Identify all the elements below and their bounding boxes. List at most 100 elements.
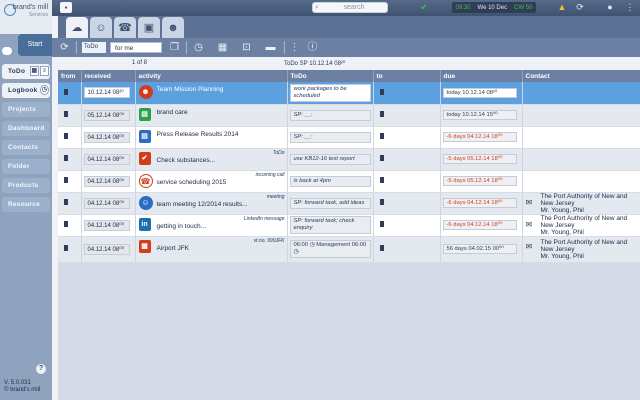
column-to[interactable]: to bbox=[373, 70, 441, 82]
copy-icon[interactable]: ❐ bbox=[168, 41, 181, 54]
sidebar-item-resource[interactable]: Resource bbox=[2, 197, 50, 212]
drive-icon[interactable]: ▲ bbox=[556, 2, 568, 13]
table-row[interactable]: 05.12.14 08⁰⁰ ▤ brand care SP: __: today 10.… bbox=[58, 104, 640, 127]
column-contact[interactable]: Contact bbox=[522, 70, 640, 82]
contact-cell[interactable] bbox=[522, 82, 640, 105]
tab-person-icon[interactable]: ☺ bbox=[90, 17, 112, 38]
activity-title[interactable]: service scheduling 2015 bbox=[157, 179, 227, 186]
column-todo[interactable]: ToDo bbox=[287, 70, 374, 82]
to-cell[interactable] bbox=[373, 170, 441, 193]
message-icon[interactable]: ✉ bbox=[526, 220, 536, 229]
todo-cell[interactable]: is back at 4pm bbox=[287, 170, 374, 193]
activity-cell[interactable]: ☎ incoming call service scheduling 2015 bbox=[135, 170, 288, 193]
document-icon[interactable] bbox=[379, 155, 384, 161]
document-icon[interactable] bbox=[64, 221, 68, 227]
activity-title[interactable]: Airport JFK bbox=[157, 245, 190, 252]
document-icon[interactable] bbox=[64, 245, 68, 251]
to-cell[interactable] bbox=[373, 192, 441, 215]
help-icon[interactable]: ? bbox=[36, 364, 46, 374]
start-button[interactable]: Start bbox=[18, 34, 52, 56]
more-icon[interactable]: ⋮ bbox=[288, 41, 301, 54]
user-profile-icon[interactable]: ▪ bbox=[60, 2, 72, 13]
todo-text[interactable]: SP: __: bbox=[289, 109, 371, 121]
to-cell[interactable] bbox=[373, 82, 441, 105]
search-input[interactable]: ⌕ search bbox=[312, 2, 388, 13]
activity-title[interactable]: brand care bbox=[157, 109, 188, 116]
tab-cloud-icon[interactable]: ☁ bbox=[66, 17, 88, 38]
table-row[interactable]: 04.12.14 08⁰⁰ ▤ Press Release Results 2014… bbox=[58, 126, 640, 149]
calendar-icon[interactable]: ▦ bbox=[30, 66, 39, 76]
sidebar-item-dashboard[interactable]: Dashboard bbox=[2, 121, 50, 136]
menu-icon[interactable]: ⋮ bbox=[624, 2, 636, 13]
document-icon[interactable] bbox=[379, 245, 384, 251]
todo-text[interactable]: 06:00 ◷ Management 06:00 ◷ bbox=[289, 240, 371, 258]
column-due[interactable]: due bbox=[440, 70, 523, 82]
todo-text[interactable]: use KB12-16 test report bbox=[289, 153, 371, 165]
refresh-icon[interactable]: ⟳ bbox=[58, 41, 71, 54]
document-icon[interactable] bbox=[379, 221, 384, 227]
activity-title[interactable]: getting in touch... bbox=[157, 223, 207, 230]
tab-group-icon[interactable]: ☻ bbox=[162, 17, 184, 38]
todo-text[interactable]: work packages to be scheduled bbox=[289, 83, 371, 102]
document-icon[interactable] bbox=[64, 133, 68, 139]
table-row[interactable]: 04.12.14 08⁰⁰ ✔ ToDo Check substances... use… bbox=[58, 148, 640, 171]
trash-icon[interactable]: ▬ bbox=[264, 41, 277, 54]
activity-cell[interactable]: ▤ Press Release Results 2014 bbox=[135, 126, 288, 149]
contact-cell[interactable] bbox=[522, 170, 640, 193]
table-row[interactable]: 10.12.14 08²⁰ ☻ Team Mission Planning work … bbox=[58, 82, 640, 105]
todo-cell[interactable]: work packages to be scheduled bbox=[287, 82, 374, 105]
clock-icon[interactable]: ◷ bbox=[40, 85, 49, 95]
sidebar-item-folder[interactable]: Folder bbox=[2, 159, 50, 174]
to-cell[interactable] bbox=[373, 236, 441, 263]
document-icon[interactable] bbox=[64, 88, 68, 95]
sidebar-item-todo[interactable]: ToDo ▦ ≡ bbox=[2, 64, 50, 79]
todo-cell[interactable]: SP: __: bbox=[287, 126, 374, 149]
column-from[interactable]: from bbox=[58, 70, 82, 82]
table-row[interactable]: 04.12.14 08⁰⁰ ☺ meeting team meeting 12/201… bbox=[58, 192, 640, 215]
contact-text[interactable]: The Port Authority of New and New Jersey… bbox=[539, 239, 640, 260]
todo-cell[interactable]: use KB12-16 test report bbox=[287, 148, 374, 171]
table-row[interactable]: 04.12.14 08⁰⁰ ☎ incoming call service sched… bbox=[58, 170, 640, 193]
contact-cell[interactable]: ✉ The Port Authority of New and New Jerse… bbox=[522, 214, 640, 237]
document-icon[interactable] bbox=[64, 177, 68, 183]
tab-briefcase-icon[interactable]: ▣ bbox=[138, 17, 160, 38]
column-activity[interactable]: activity bbox=[135, 70, 288, 82]
from-cell[interactable] bbox=[58, 148, 82, 171]
todo-cell[interactable]: 06:00 ◷ Management 06:00 ◷ bbox=[287, 236, 374, 263]
table-row[interactable]: 04.12.14 08⁰⁰ in LinkedIn message getting i… bbox=[58, 214, 640, 237]
document-icon[interactable] bbox=[64, 111, 68, 117]
from-cell[interactable] bbox=[58, 214, 82, 237]
from-cell[interactable] bbox=[58, 104, 82, 127]
activity-title[interactable]: Team Mission Planning bbox=[157, 86, 224, 93]
todo-cell[interactable]: SP: forward task; check enquiry bbox=[287, 214, 374, 237]
activity-cell[interactable]: ☻ Team Mission Planning bbox=[135, 82, 288, 105]
from-cell[interactable] bbox=[58, 170, 82, 193]
document-icon[interactable] bbox=[379, 133, 384, 139]
document-icon[interactable] bbox=[379, 111, 384, 117]
history-icon[interactable]: ◷ bbox=[192, 41, 205, 54]
table-row[interactable]: 04.12.14 08⁰⁰ ▦ vt.no. 999JFK Airport JFK 06… bbox=[58, 236, 640, 263]
todo-cell[interactable]: SP: __: bbox=[287, 104, 374, 127]
activity-cell[interactable]: ▤ brand care bbox=[135, 104, 288, 127]
activity-cell[interactable]: ☺ meeting team meeting 12/2014 results... bbox=[135, 192, 288, 215]
message-icon[interactable]: ✉ bbox=[526, 242, 536, 251]
document-icon[interactable] bbox=[64, 155, 68, 161]
sidebar-item-products[interactable]: Products bbox=[2, 178, 50, 193]
to-cell[interactable] bbox=[373, 148, 441, 171]
refresh-icon[interactable]: ⟳ bbox=[574, 2, 586, 13]
list-icon[interactable]: ≡ bbox=[40, 66, 49, 76]
todo-text[interactable]: SP: __: bbox=[289, 131, 371, 143]
to-cell[interactable] bbox=[373, 104, 441, 127]
document-icon[interactable] bbox=[64, 199, 68, 205]
from-cell[interactable] bbox=[58, 82, 82, 105]
from-cell[interactable] bbox=[58, 192, 82, 215]
contact-cell[interactable] bbox=[522, 148, 640, 171]
calendar-icon[interactable]: ▦ bbox=[216, 41, 229, 54]
contact-cell[interactable] bbox=[522, 126, 640, 149]
from-cell[interactable] bbox=[58, 236, 82, 263]
todo-text[interactable]: SP: forward task; check enquiry bbox=[289, 216, 371, 234]
sidebar-item-logbook[interactable]: Logbook ◷ bbox=[2, 83, 50, 98]
todo-select[interactable]: ToDo bbox=[82, 42, 106, 53]
contact-cell[interactable] bbox=[522, 104, 640, 127]
activity-cell[interactable]: ✔ ToDo Check substances... bbox=[135, 148, 288, 171]
